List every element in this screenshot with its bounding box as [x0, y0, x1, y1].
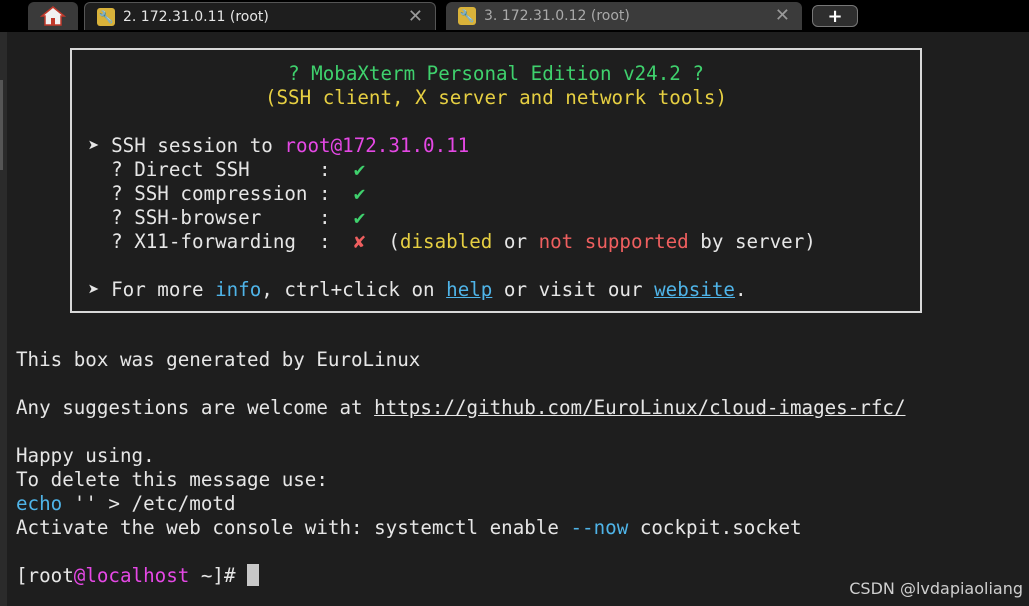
check-icon: ✔ — [353, 206, 366, 229]
motd-generated: This box was generated by EuroLinux — [16, 348, 421, 371]
now-flag: --now — [570, 516, 629, 539]
check-icon: ✔ — [353, 158, 366, 181]
x11-line: ? X11-forwarding : ✘ (disabled or not su… — [88, 230, 816, 254]
plus-icon: + — [827, 5, 843, 27]
house-icon — [40, 6, 66, 26]
tab-session-2[interactable]: 🔧 2. 172.31.0.11 (root) ✕ — [84, 2, 436, 30]
disabled-text: disabled — [399, 230, 493, 253]
ssh-browser-line: ? SSH-browser : ✔ — [88, 206, 365, 230]
text: ( — [365, 230, 400, 253]
side-scroll-strip — [0, 32, 7, 606]
not-supported-text: not supported — [538, 230, 689, 253]
website-link[interactable]: website — [654, 278, 735, 301]
mobaxterm-banner: ? MobaXterm Personal Edition v24.2 ? (SS… — [70, 48, 922, 313]
text: . — [734, 278, 747, 301]
wrench-icon: 🔧 — [97, 7, 115, 26]
direct-ssh-line: ? Direct SSH : ✔ — [88, 158, 365, 182]
home-tab[interactable] — [28, 2, 78, 30]
text: Activate the web console with: systemctl… — [16, 516, 571, 539]
tab-label: 3. 172.31.0.12 (root) — [484, 8, 630, 24]
banner-title: ? MobaXterm Personal Edition v24.2 ? — [288, 62, 704, 85]
item-label: ? SSH-browser : — [88, 206, 354, 229]
tab-session-3[interactable]: 🔧 3. 172.31.0.12 (root) ✕ — [446, 2, 802, 30]
watermark: CSDN @lvdapiaoliang — [849, 579, 1023, 598]
text: '' > /etc/motd — [62, 492, 236, 515]
new-tab-button[interactable]: + — [812, 5, 858, 27]
ssh-compression-line: ? SSH compression : ✔ — [88, 182, 365, 206]
echo-command: echo — [16, 492, 63, 515]
text: , ctrl+click on — [261, 278, 447, 301]
motd-activate: Activate the web console with: systemctl… — [16, 516, 802, 540]
more-info-line: ➤ For more info, ctrl+click on help or v… — [88, 278, 747, 302]
prompt-user: [root — [16, 564, 74, 587]
close-icon[interactable]: ✕ — [775, 5, 790, 26]
text: cockpit.socket — [628, 516, 802, 539]
session-line: ➤ SSH session to root@172.31.0.11 — [88, 134, 469, 158]
prompt-at: @ — [73, 564, 86, 587]
motd-echo: echo '' > /etc/motd — [16, 492, 236, 516]
close-icon[interactable]: ✕ — [408, 6, 423, 27]
session-target: root@172.31.0.11 — [284, 134, 470, 157]
help-link[interactable]: help — [446, 278, 492, 301]
cross-icon: ✘ — [353, 230, 366, 253]
shell-prompt[interactable]: [root@localhost ~]# — [16, 564, 260, 588]
text: ➤ For more — [88, 278, 216, 301]
motd-happy: Happy using. — [16, 444, 155, 467]
tab-bar: 🔧 2. 172.31.0.11 (root) ✕ 🔧 3. 172.31.0.… — [0, 0, 1029, 32]
info-link[interactable]: info — [215, 278, 261, 301]
text: or — [492, 230, 539, 253]
text: by server) — [688, 230, 816, 253]
prompt-tail: ~]# — [189, 564, 248, 587]
prompt-host: localhost — [85, 564, 190, 587]
session-prefix: ➤ SSH session to — [88, 134, 285, 157]
side-marker — [0, 80, 3, 170]
tab-label: 2. 172.31.0.11 (root) — [123, 8, 269, 25]
item-label: ? Direct SSH : — [88, 158, 354, 181]
text: or visit our — [492, 278, 655, 301]
wrench-icon: 🔧 — [458, 7, 476, 25]
check-icon: ✔ — [353, 182, 366, 205]
item-label: ? SSH compression : — [88, 182, 354, 205]
banner-subtitle: (SSH client, X server and network tools) — [264, 86, 728, 109]
item-label: ? X11-forwarding : — [88, 230, 354, 253]
motd-delete: To delete this message use: — [16, 468, 328, 491]
text-cursor — [247, 564, 260, 586]
text: Any suggestions are welcome at — [16, 396, 375, 419]
motd-suggestions: Any suggestions are welcome at https://g… — [16, 396, 906, 420]
rfc-link[interactable]: https://github.com/EuroLinux/cloud-image… — [374, 396, 905, 419]
